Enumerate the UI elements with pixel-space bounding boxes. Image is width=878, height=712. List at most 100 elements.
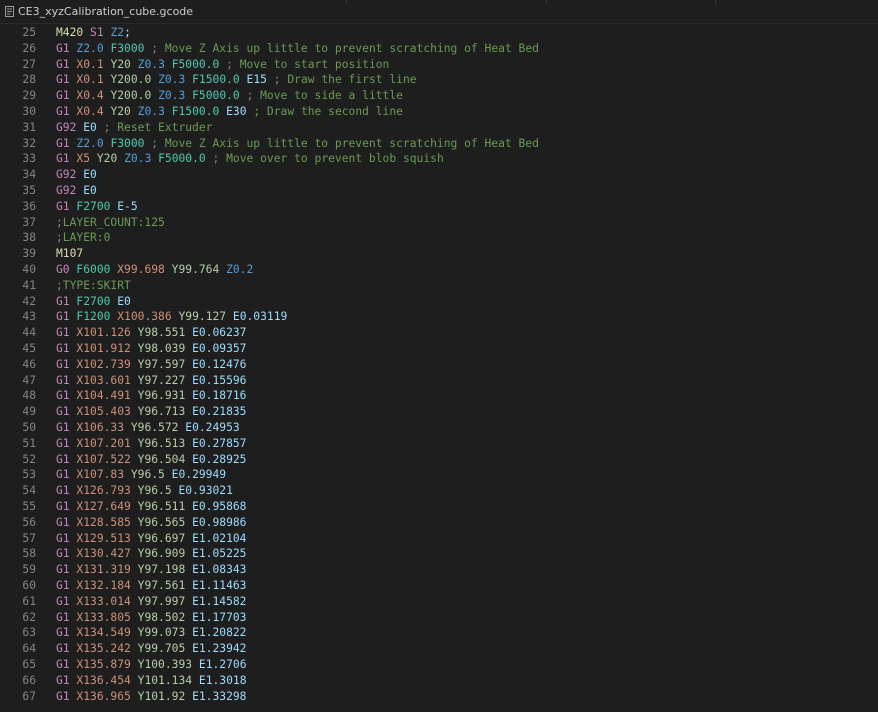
line-number: 37 [22,215,36,229]
code-token: E0.24953 [185,421,240,434]
line-number: 39 [22,247,36,261]
code-line[interactable]: 49 G1 X105.403 Y96.713 E0.21835 [0,404,878,420]
code-line[interactable]: 32 G1 Z2.0 F3000 ; Move Z Axis up little … [0,136,878,152]
code-line[interactable]: 48 G1 X104.491 Y96.931 E0.18716 [0,388,878,404]
code-token: ; Draw the first line [266,73,417,87]
code-token: X136.454 [76,673,131,687]
code-token: G1 [56,294,70,308]
code-line[interactable]: 51 G1 X107.201 Y96.513 E0.27857 [0,436,878,452]
code-line[interactable]: 40 G0 F6000 X99.698 Y99.764 Z0.2 [0,262,878,278]
code-line[interactable]: 39 M107 [0,246,878,262]
line-number: 49 [22,405,36,419]
code-token: G1 [56,373,70,387]
code-text: G1 X0.1 Y200.0 Z0.3 F1500.0 E15 ; Draw t… [56,72,417,88]
code-token: Y98.502 [137,610,186,624]
code-line[interactable]: 63 G1 X134.549 Y99.073 E1.20822 [0,625,878,641]
code-text: G1 X102.739 Y97.597 E0.12476 [56,357,247,373]
code-text: G1 X128.585 Y96.565 E0.98986 [56,515,247,531]
code-token: E0.29949 [171,468,227,482]
code-token: E0.06237 [192,326,247,340]
code-line[interactable]: 44 G1 X101.126 Y98.551 E0.06237 [0,325,878,341]
line-number: 48 [22,389,36,403]
code-editor[interactable]: 25 M420 S1 Z2; 26 G1 Z2.0 F3000 ; Move Z Ax… [0,24,878,712]
code-line[interactable]: 50 G1 X106.33 Y96.572 E0.24953 [0,420,878,436]
code-token: E0.15596 [192,373,247,387]
code-token: E1.02104 [192,531,247,545]
code-line[interactable]: 45 G1 X101.912 Y98.039 E0.09357 [0,341,878,357]
code-token: F5000.0 [192,89,240,103]
code-line[interactable]: 52 G1 X107.522 Y96.504 E0.28925 [0,452,878,468]
code-line[interactable]: 46 G1 X102.739 Y97.597 E0.12476 [0,357,878,373]
code-line[interactable]: 53 G1 X107.83 Y96.5 E0.29949 [0,467,878,483]
code-line[interactable]: 47 G1 X103.601 Y97.227 E0.15596 [0,373,878,389]
code-line[interactable]: 57 G1 X129.513 Y96.697 E1.02104 [0,531,878,547]
code-line[interactable]: 41 ;TYPE:SKIRT [0,278,878,294]
code-line[interactable]: 59 G1 X131.319 Y97.198 E1.08343 [0,562,878,578]
code-line[interactable]: 42 G1 F2700 E0 [0,294,878,310]
code-text: G1 X133.014 Y97.997 E1.14582 [56,594,247,610]
code-text: G1 X135.879 Y100.393 E1.2706 [56,657,247,673]
line-number: 64 [22,642,36,656]
code-token: Y96.5 [137,484,172,498]
code-token: E1.08343 [192,563,247,577]
code-token: Y200.0 [110,73,152,87]
line-number: 55 [22,500,36,513]
code-token: Y101.134 [137,673,193,687]
code-text: G1 X103.601 Y97.227 E0.15596 [56,373,247,389]
code-line[interactable]: 27 G1 X0.1 Y20 Z0.3 F5000.0 ; Move to sta… [0,57,878,73]
code-line[interactable]: 55 G1 X127.649 Y96.511 E0.95868 [0,499,878,515]
code-token: F6000 [76,263,111,276]
code-token: E0.21835 [192,405,247,419]
code-line[interactable]: 26 G1 Z2.0 F3000 ; Move Z Axis up little … [0,41,878,57]
line-number: 34 [22,168,36,182]
code-line[interactable]: 33 G1 X5 Y20 Z0.3 F5000.0 ; Move over to … [0,151,878,167]
code-line[interactable]: 31 G92 E0 ; Reset Extruder [0,120,878,136]
code-text: ;TYPE:SKIRT [56,278,131,294]
code-line[interactable]: 35 G92 E0 [0,183,878,199]
code-token: X107.522 [76,452,131,466]
code-token: S1 [90,26,104,39]
code-line[interactable]: 54 G1 X126.793 Y96.5 E0.93021 [0,483,878,499]
code-token: F2700 [76,199,111,213]
line-number: 36 [22,199,36,213]
code-token: Y97.561 [137,579,186,592]
code-line[interactable]: 66 G1 X136.454 Y101.134 E1.3018 [0,673,878,689]
code-token: G1 [56,136,70,150]
code-token: Z2.0 [76,41,104,55]
code-line[interactable]: 67 G1 X136.965 Y101.92 E1.33298 [0,689,878,705]
code-line[interactable]: 28 G1 X0.1 Y200.0 Z0.3 F1500.0 E15 ; Draw… [0,72,878,88]
code-line[interactable]: 65 G1 X135.879 Y100.393 E1.2706 [0,657,878,673]
code-token: Y99.127 [178,310,227,324]
code-line[interactable]: 29 G1 X0.4 Y200.0 Z0.3 F5000.0 ; Move to … [0,88,878,104]
line-number: 32 [22,136,36,150]
code-token: F2700 [76,294,111,308]
code-line[interactable]: 64 G1 X135.242 Y99.705 E1.23942 [0,641,878,657]
code-line[interactable]: 30 G1 X0.4 Y20 Z0.3 F1500.0 E30 ; Draw th… [0,104,878,120]
code-line[interactable]: 62 G1 X133.805 Y98.502 E1.17703 [0,610,878,626]
code-line[interactable]: 60 G1 X132.184 Y97.561 E1.11463 [0,578,878,594]
code-token: G1 [56,484,70,498]
line-number: 31 [22,120,36,134]
code-token: X0.1 [76,57,104,71]
code-line[interactable]: 61 G1 X133.014 Y97.997 E1.14582 [0,594,878,610]
code-token: X107.201 [76,436,131,450]
code-line[interactable]: 43 G1 F1200 X100.386 Y99.127 E0.03119 [0,309,878,325]
code-line[interactable]: 25 M420 S1 Z2; [0,25,878,41]
code-line[interactable]: 36 G1 F2700 E-5 [0,199,878,215]
code-line[interactable]: 56 G1 X128.585 Y96.565 E0.98986 [0,515,878,531]
code-text: G1 X133.805 Y98.502 E1.17703 [56,610,247,626]
code-line[interactable]: 38 ;LAYER:0 [0,230,878,246]
code-line[interactable]: 34 G92 E0 [0,167,878,183]
code-token: F3000 [110,41,145,55]
code-line[interactable]: 58 G1 X130.427 Y96.909 E1.05225 [0,546,878,562]
line-number: 56 [22,515,36,529]
code-line[interactable]: 37 ;LAYER_COUNT:125 [0,215,878,231]
line-number: 59 [22,563,36,577]
